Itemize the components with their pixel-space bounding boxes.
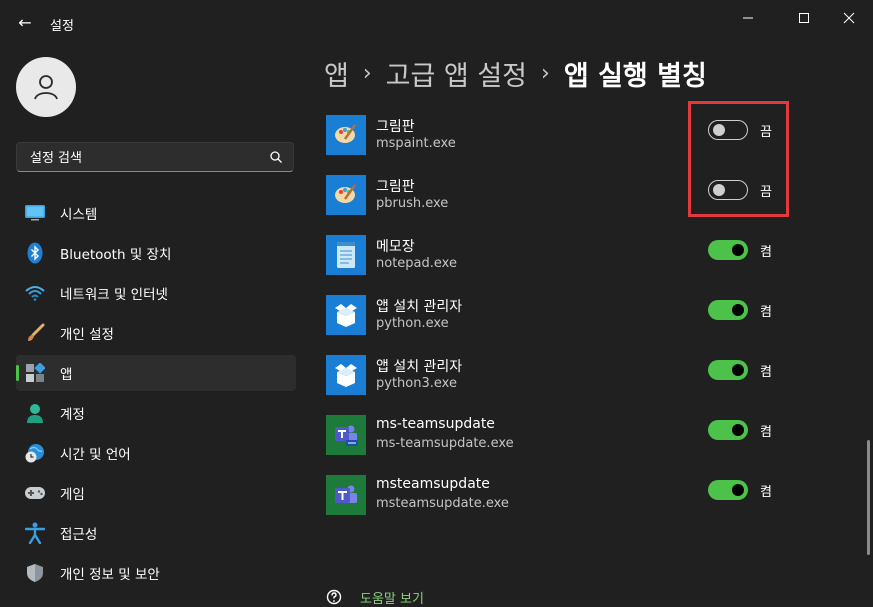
- sidebar-item-label: 개인 정보 및 보안: [60, 567, 160, 583]
- app-name: 그림판: [376, 119, 415, 135]
- alias-toggle[interactable]: [708, 300, 748, 320]
- list-item: msteamsupdate msteamsupdate.exe 켬: [326, 475, 796, 535]
- teams-icon: [326, 475, 366, 515]
- breadcrumb-separator: ›: [541, 61, 550, 86]
- window-title: 설정: [50, 19, 74, 34]
- search-icon[interactable]: [269, 150, 283, 164]
- sidebar-item-label: 앱: [60, 367, 73, 383]
- app-exe: mspaint.exe: [376, 136, 456, 151]
- page-title: 앱 실행 별칭: [563, 61, 707, 92]
- monitor-icon: [24, 202, 46, 224]
- toggle-state-label: 켬: [760, 485, 772, 500]
- app-exe: ms-teamsupdate.exe: [376, 436, 514, 451]
- toggle-knob: [732, 244, 744, 256]
- sidebar-item-accounts[interactable]: 계정: [16, 395, 296, 431]
- list-item: 앱 설치 관리자 python3.exe 켬: [326, 355, 796, 415]
- sidebar-item-gaming[interactable]: 게임: [16, 475, 296, 511]
- app-exe: msteamsupdate.exe: [376, 496, 509, 511]
- settings-search-box[interactable]: [16, 142, 294, 173]
- app-exe: python3.exe: [376, 376, 457, 391]
- close-icon: [843, 12, 855, 24]
- sidebar-item-label: 시간 및 언어: [60, 447, 131, 463]
- sidebar-item-bluetooth[interactable]: Bluetooth 및 장치: [16, 235, 296, 271]
- maximize-button[interactable]: [789, 8, 819, 30]
- breadcrumb: 앱 › 고급 앱 설정 › 앱 실행 별칭: [324, 54, 707, 93]
- breadcrumb-link-apps[interactable]: 앱: [324, 54, 349, 93]
- app-name: 메모장: [376, 239, 415, 255]
- breadcrumb-separator: ›: [362, 61, 372, 86]
- toggle-state-label: 켬: [760, 245, 772, 260]
- app-installer-icon: [326, 355, 366, 395]
- app-installer-icon: [326, 295, 366, 335]
- minimize-icon: [743, 17, 753, 19]
- bluetooth-icon: [24, 242, 46, 264]
- back-button[interactable]: ←: [14, 12, 36, 34]
- toggle-state-label: 켬: [760, 365, 772, 380]
- scrollbar-thumb[interactable]: [867, 440, 870, 555]
- person-icon: [34, 75, 58, 100]
- globe-clock-icon: [24, 442, 46, 464]
- toggle-knob: [732, 424, 744, 436]
- wifi-icon: [24, 282, 46, 304]
- list-item: ms-teamsupdate ms-teamsupdate.exe 켬: [326, 415, 796, 475]
- brush-icon: [24, 322, 46, 344]
- app-name: msteamsupdate: [376, 476, 490, 492]
- sidebar-item-network[interactable]: 네트워크 및 인터넷: [16, 275, 296, 311]
- sidebar-item-label: 계정: [60, 407, 85, 423]
- sidebar-item-label: Bluetooth 및 장치: [60, 247, 172, 263]
- get-help-link[interactable]: 도움말 보기: [326, 588, 424, 607]
- sidebar-item-accessibility[interactable]: 접근성: [16, 515, 296, 551]
- title-bar: ← 설정: [0, 0, 873, 46]
- highlight-box: [688, 101, 789, 217]
- active-indicator: [16, 365, 19, 381]
- sidebar-item-label: 시스템: [60, 207, 98, 223]
- toggle-knob: [732, 484, 744, 496]
- alias-toggle[interactable]: [708, 360, 748, 380]
- sidebar-item-privacy[interactable]: 개인 정보 및 보안: [16, 555, 296, 591]
- app-exe: notepad.exe: [376, 256, 457, 271]
- alias-toggle[interactable]: [708, 480, 748, 500]
- back-arrow-icon: ←: [18, 13, 32, 32]
- shield-icon: [24, 562, 46, 584]
- sidebar-item-time-language[interactable]: 시간 및 언어: [16, 435, 296, 471]
- toggle-state-label: 켬: [760, 305, 772, 320]
- sidebar-nav: 시스템 Bluetooth 및 장치 네트워크 및 인터넷 개인 설정 앱 계정: [16, 195, 296, 595]
- teams-new-icon: [326, 415, 366, 455]
- paint-icon: [326, 175, 366, 215]
- app-name: 앱 설치 관리자: [376, 359, 463, 375]
- accessibility-icon: [24, 522, 46, 544]
- app-name: 앱 설치 관리자: [376, 299, 463, 315]
- paint-icon: [326, 115, 366, 155]
- help-icon: [326, 589, 342, 604]
- close-button[interactable]: [834, 8, 864, 30]
- maximize-icon: [799, 13, 809, 23]
- toggle-state-label: 켬: [760, 425, 772, 440]
- toggle-knob: [732, 364, 744, 376]
- list-item: 앱 설치 관리자 python.exe 켬: [326, 295, 796, 355]
- sidebar-item-personalization[interactable]: 개인 설정: [16, 315, 296, 351]
- sidebar-item-label: 개인 설정: [60, 327, 114, 343]
- sidebar-item-label: 네트워크 및 인터넷: [60, 287, 168, 303]
- alias-toggle[interactable]: [708, 240, 748, 260]
- list-item: 메모장 notepad.exe 켬: [326, 235, 796, 295]
- search-input[interactable]: [28, 143, 262, 173]
- person-icon: [24, 402, 46, 424]
- apps-icon: [24, 362, 46, 384]
- alias-toggle[interactable]: [708, 420, 748, 440]
- user-avatar[interactable]: [16, 57, 76, 117]
- app-name: 그림판: [376, 179, 415, 195]
- sidebar-item-label: 접근성: [60, 527, 98, 543]
- app-exe: python.exe: [376, 316, 449, 331]
- app-exe: pbrush.exe: [376, 196, 449, 211]
- notepad-icon: [326, 235, 366, 275]
- sidebar-item-apps[interactable]: 앱: [16, 355, 296, 391]
- gamepad-icon: [24, 482, 46, 504]
- app-name: ms-teamsupdate: [376, 416, 495, 432]
- sidebar-item-label: 게임: [60, 487, 85, 503]
- minimize-button[interactable]: [733, 8, 763, 30]
- help-link-label: 도움말 보기: [360, 592, 424, 607]
- toggle-knob: [732, 304, 744, 316]
- breadcrumb-link-advanced-app-settings[interactable]: 고급 앱 설정: [386, 54, 527, 93]
- sidebar-item-system[interactable]: 시스템: [16, 195, 296, 231]
